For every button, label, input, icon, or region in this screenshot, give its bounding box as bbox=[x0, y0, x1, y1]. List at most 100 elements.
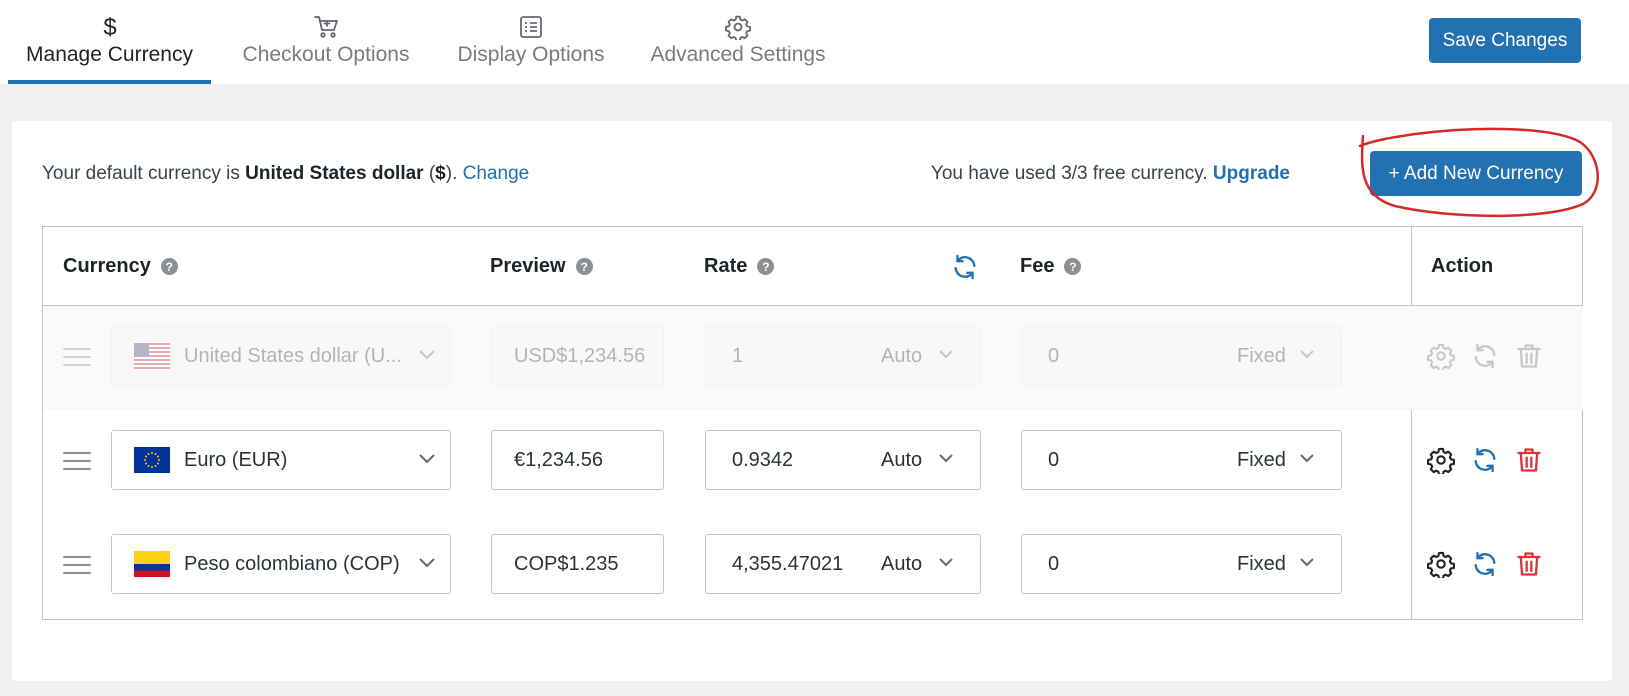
rate-mode-select[interactable]: Auto bbox=[881, 449, 922, 472]
settings-gear-icon[interactable] bbox=[1427, 342, 1455, 372]
tab-label: Checkout Options bbox=[242, 43, 410, 66]
header-rate-label: Rate bbox=[704, 255, 748, 277]
chevron-down-icon bbox=[939, 558, 953, 567]
chevron-down-icon bbox=[419, 454, 435, 464]
chevron-down-icon bbox=[1300, 454, 1314, 463]
tab-label: Manage Currency bbox=[26, 43, 193, 66]
header-currency-label: Currency bbox=[63, 255, 151, 277]
eu-flag-icon bbox=[134, 447, 170, 473]
rate-value: 1 bbox=[732, 344, 744, 367]
rate-mode-select[interactable]: Auto bbox=[881, 345, 922, 368]
default-symbol-open: ( bbox=[423, 163, 436, 184]
fee-value: 0 bbox=[1048, 448, 1060, 471]
cart-icon bbox=[313, 14, 339, 40]
fee-value: 0 bbox=[1048, 552, 1060, 575]
list-icon bbox=[519, 14, 543, 40]
usage-info: You have used 3/3 free currency. Upgrade bbox=[931, 163, 1290, 185]
table-header: Currency? Preview? Rate? Fee? Action bbox=[43, 227, 1582, 306]
table-row-eur: Euro (EUR) €1,234.56 0.9342 Auto 0 Fixed bbox=[43, 410, 1411, 514]
default-currency-prefix: Your default currency is bbox=[42, 163, 246, 184]
delete-trash-icon[interactable] bbox=[1515, 342, 1543, 370]
rate-field[interactable]: 1 Auto bbox=[705, 326, 981, 386]
currency-name: Euro (EUR) bbox=[184, 448, 288, 471]
currency-select[interactable]: Peso colombiano (COP) bbox=[111, 534, 451, 594]
drag-handle-icon[interactable] bbox=[63, 348, 91, 368]
chevron-down-icon bbox=[1300, 350, 1314, 359]
colombia-flag-icon bbox=[134, 551, 170, 577]
preview-value: USD$1,234.56 bbox=[514, 344, 646, 367]
table-row-usd: United States dollar (U... USD$1,234.56 … bbox=[43, 306, 1411, 410]
tab-manage-currency[interactable]: $ Manage Currency bbox=[8, 0, 211, 84]
usage-text: You have used 3/3 free currency. bbox=[930, 163, 1208, 184]
header-rate: Rate? bbox=[704, 255, 775, 278]
tab-label: Display Options bbox=[457, 43, 605, 66]
tab-label: Advanced Settings bbox=[650, 43, 826, 66]
chevron-down-icon bbox=[419, 558, 435, 568]
fee-field[interactable]: 0 Fixed bbox=[1021, 534, 1342, 594]
add-new-currency-button[interactable]: + Add New Currency bbox=[1370, 151, 1582, 196]
upgrade-link[interactable]: Upgrade bbox=[1213, 163, 1290, 184]
default-symbol-close: ). bbox=[445, 163, 458, 184]
header-fee: Fee? bbox=[1020, 255, 1082, 278]
header-preview-label: Preview bbox=[490, 255, 566, 277]
header-currency: Currency? bbox=[63, 255, 178, 278]
currency-name: Peso colombiano (COP) bbox=[184, 552, 400, 575]
help-icon[interactable]: ? bbox=[160, 258, 178, 275]
header-preview: Preview? bbox=[490, 255, 593, 278]
drag-handle-icon[interactable] bbox=[63, 452, 91, 472]
help-icon[interactable]: ? bbox=[1064, 258, 1082, 275]
currency-select[interactable]: United States dollar (U... bbox=[111, 326, 451, 386]
change-default-link[interactable]: Change bbox=[463, 163, 530, 184]
settings-gear-icon[interactable] bbox=[1427, 550, 1455, 580]
save-changes-button[interactable]: Save Changes bbox=[1429, 18, 1581, 63]
preview-value: €1,234.56 bbox=[514, 448, 603, 471]
help-icon[interactable]: ? bbox=[575, 258, 593, 275]
chevron-down-icon bbox=[419, 350, 435, 360]
refresh-rates-icon[interactable] bbox=[951, 253, 979, 281]
header-action-label: Action bbox=[1431, 255, 1494, 277]
fee-field[interactable]: 0 Fixed bbox=[1021, 430, 1342, 490]
preview-field: USD$1,234.56 bbox=[491, 326, 664, 386]
tab-advanced-settings[interactable]: Advanced Settings bbox=[636, 0, 840, 84]
default-currency-symbol: $ bbox=[435, 163, 446, 184]
chevron-down-icon bbox=[939, 350, 953, 359]
default-currency-info: Your default currency is United States d… bbox=[42, 163, 529, 185]
fee-mode-select[interactable]: Fixed bbox=[1237, 449, 1286, 472]
currency-table: Currency? Preview? Rate? Fee? Action Uni… bbox=[42, 226, 1583, 620]
fee-value: 0 bbox=[1048, 344, 1060, 367]
rate-field[interactable]: 0.9342 Auto bbox=[705, 430, 981, 490]
row-actions-usd bbox=[1383, 306, 1583, 410]
tab-display-options[interactable]: Display Options bbox=[436, 0, 626, 84]
refresh-icon[interactable] bbox=[1471, 446, 1499, 474]
chevron-down-icon bbox=[939, 454, 953, 463]
settings-gear-icon[interactable] bbox=[1427, 446, 1455, 476]
fee-field[interactable]: 0 Fixed bbox=[1021, 326, 1342, 386]
gear-icon bbox=[725, 14, 751, 40]
currency-select[interactable]: Euro (EUR) bbox=[111, 430, 451, 490]
refresh-icon[interactable] bbox=[1471, 550, 1499, 578]
us-flag-icon bbox=[134, 343, 170, 369]
delete-trash-icon[interactable] bbox=[1515, 550, 1543, 578]
preview-value: COP$1.235 bbox=[514, 552, 619, 575]
row-actions-cop bbox=[1383, 514, 1583, 618]
fee-mode-select[interactable]: Fixed bbox=[1237, 345, 1286, 368]
preview-field: COP$1.235 bbox=[491, 534, 664, 594]
currency-name: United States dollar (U... bbox=[184, 344, 402, 367]
rate-mode-select[interactable]: Auto bbox=[881, 553, 922, 576]
rate-field[interactable]: 4,355.47021 Auto bbox=[705, 534, 981, 594]
table-row-cop: Peso colombiano (COP) COP$1.235 4,355.47… bbox=[43, 514, 1411, 618]
rate-value: 0.9342 bbox=[732, 448, 794, 471]
header-fee-label: Fee bbox=[1020, 255, 1055, 277]
currency-card: Your default currency is United States d… bbox=[12, 121, 1612, 681]
header-action: Action bbox=[1431, 255, 1493, 278]
help-icon[interactable]: ? bbox=[757, 258, 775, 275]
dollar-icon: $ bbox=[100, 14, 120, 40]
refresh-icon[interactable] bbox=[1471, 342, 1499, 370]
delete-trash-icon[interactable] bbox=[1515, 446, 1543, 474]
drag-handle-icon[interactable] bbox=[63, 556, 91, 576]
top-bar: $ Manage Currency Checkout Options Displ… bbox=[0, 0, 1629, 84]
fee-mode-select[interactable]: Fixed bbox=[1237, 553, 1286, 576]
default-currency-name: United States dollar bbox=[245, 163, 424, 184]
tab-checkout-options[interactable]: Checkout Options bbox=[226, 0, 426, 84]
row-actions-eur bbox=[1383, 410, 1583, 514]
